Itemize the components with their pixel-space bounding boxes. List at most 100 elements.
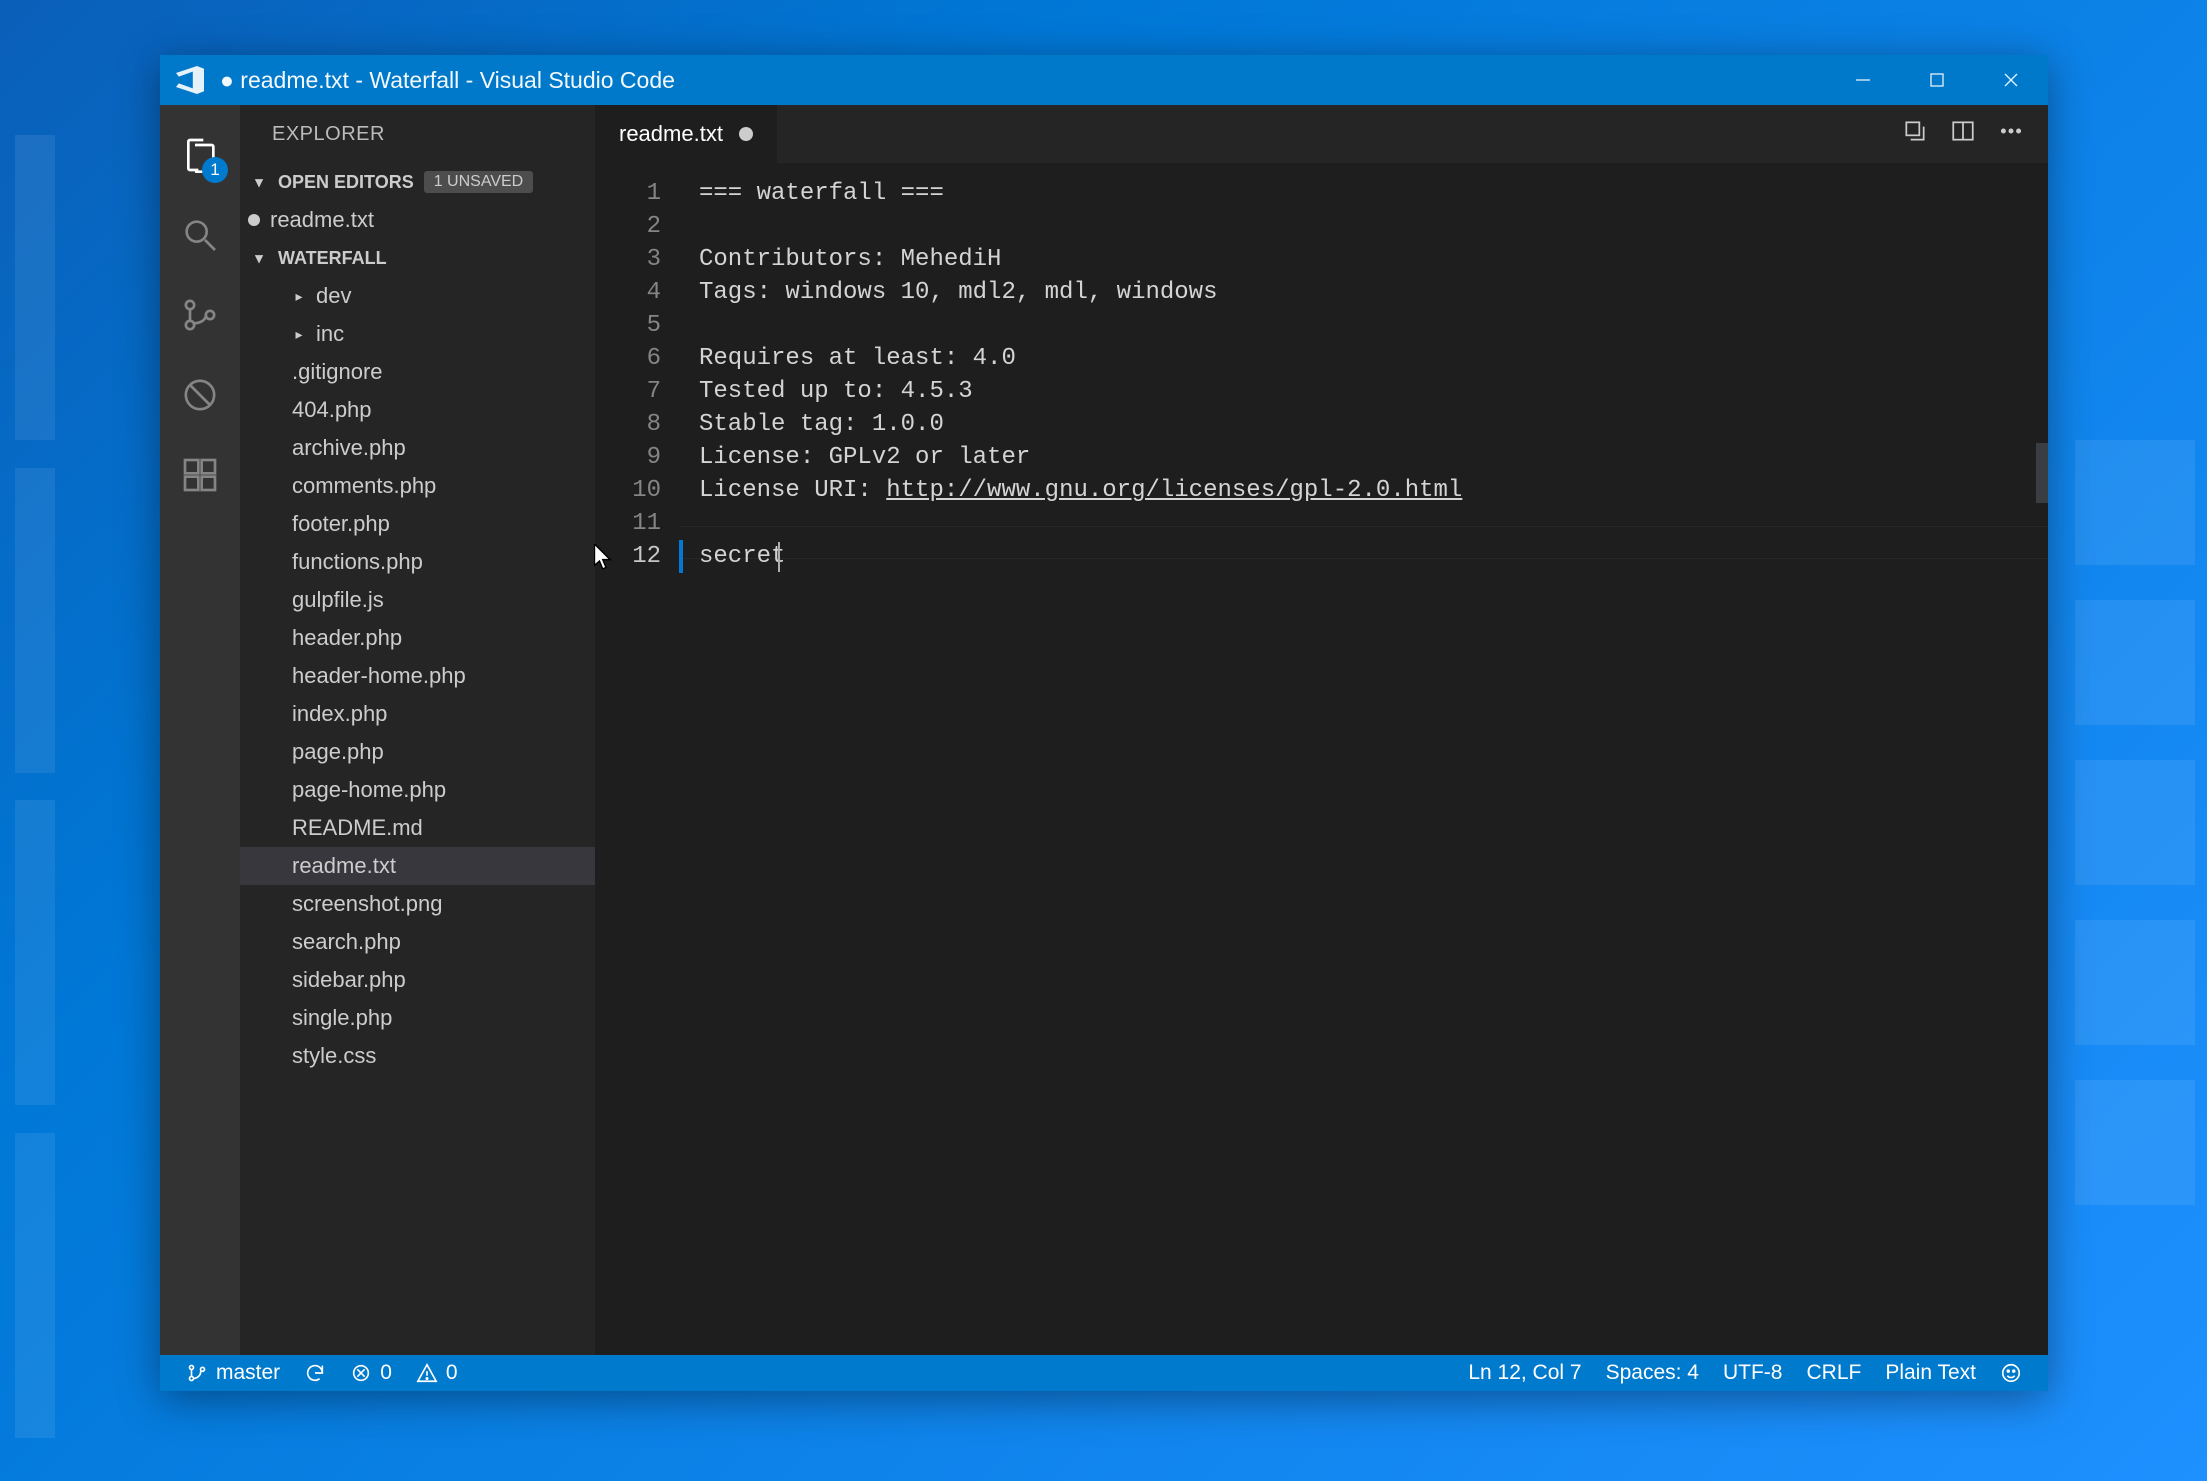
unsaved-badge: 1 UNSAVED [424, 171, 534, 193]
tree-item-label: index.php [292, 701, 387, 727]
editor-content[interactable]: === waterfall === Contributors: MehediHTa… [679, 163, 2048, 1355]
activity-bar: 1 [160, 105, 240, 1355]
code-line: Stable tag: 1.0.0 [699, 408, 2048, 441]
license-uri-link[interactable]: http://www.gnu.org/licenses/gpl-2.0.html [886, 477, 1462, 504]
language-mode-item[interactable]: Plain Text [1873, 1355, 1988, 1391]
tree-item-label: header-home.php [292, 663, 466, 689]
tree-file[interactable]: functions.php [240, 543, 595, 581]
code-line: secret [699, 540, 2048, 573]
title-bar[interactable]: ● readme.txt - Waterfall - Visual Studio… [160, 55, 2048, 105]
tree-file[interactable]: search.php [240, 923, 595, 961]
tree-file[interactable]: page-home.php [240, 771, 595, 809]
tree-item-label: inc [316, 321, 344, 347]
debug-activity-icon[interactable] [160, 355, 240, 435]
code-line: Requires at least: 4.0 [699, 342, 2048, 375]
open-editor-item[interactable]: readme.txt [240, 201, 595, 239]
minimap-scrollbar[interactable] [2028, 163, 2048, 1355]
split-editor-icon[interactable] [1950, 118, 1976, 150]
editor-group: readme.txt 123456789101112 [595, 105, 2048, 1355]
eol-item[interactable]: CRLF [1794, 1355, 1873, 1391]
tree-item-label: dev [316, 283, 351, 309]
tree-file[interactable]: readme.txt [240, 847, 595, 885]
tree-file[interactable]: single.php [240, 999, 595, 1037]
modified-dot-icon [739, 127, 753, 141]
tree-item-label: gulpfile.js [292, 587, 384, 613]
errors-item[interactable]: 0 [338, 1355, 404, 1391]
code-line: === waterfall === [699, 177, 2048, 210]
tree-item-label: page.php [292, 739, 384, 765]
git-branch-item[interactable]: master [174, 1355, 292, 1391]
branch-name: master [216, 1361, 280, 1385]
tree-item-label: readme.txt [292, 853, 396, 879]
chevron-right-icon: ▸ [292, 288, 306, 305]
status-bar: master 0 0 Ln 12, Col 7 Spaces: 4 UTF-8 … [160, 1355, 2048, 1391]
close-button[interactable] [1974, 55, 2048, 105]
tree-file[interactable]: screenshot.png [240, 885, 595, 923]
tree-item-label: footer.php [292, 511, 390, 537]
vscode-window: ● readme.txt - Waterfall - Visual Studio… [160, 55, 2048, 1391]
vscode-logo-icon [176, 66, 204, 94]
tree-folder[interactable]: ▸ inc [240, 315, 595, 353]
tree-item-label: archive.php [292, 435, 406, 461]
text-editor[interactable]: 123456789101112 === waterfall === Contrib… [595, 163, 2048, 1355]
code-line: License: GPLv2 or later [699, 441, 2048, 474]
warnings-item[interactable]: 0 [404, 1355, 470, 1391]
code-line [699, 309, 2048, 342]
encoding-item[interactable]: UTF-8 [1711, 1355, 1795, 1391]
tree-item-label: sidebar.php [292, 967, 406, 993]
tree-file[interactable]: index.php [240, 695, 595, 733]
tree-file[interactable]: header.php [240, 619, 595, 657]
compare-changes-icon[interactable] [1902, 118, 1928, 150]
tree-item-label: comments.php [292, 473, 436, 499]
explorer-activity-icon[interactable]: 1 [160, 115, 240, 195]
open-editors-header[interactable]: ▾ OPEN EDITORS 1 UNSAVED [240, 163, 595, 201]
cursor-position-item[interactable]: Ln 12, Col 7 [1456, 1355, 1593, 1391]
maximize-button[interactable] [1900, 55, 1974, 105]
sidebar-title: EXPLORER [240, 105, 595, 163]
tree-folder[interactable]: ▸ dev [240, 277, 595, 315]
explorer-badge: 1 [202, 157, 228, 183]
warnings-count: 0 [446, 1361, 458, 1385]
chevron-right-icon: ▸ [292, 326, 306, 343]
tree-file[interactable]: header-home.php [240, 657, 595, 695]
workspace-label: WATERFALL [278, 248, 387, 269]
tree-item-label: single.php [292, 1005, 392, 1031]
tree-file[interactable]: comments.php [240, 467, 595, 505]
code-line [699, 507, 2048, 540]
workspace-header[interactable]: ▾ WATERFALL [240, 239, 595, 277]
tree-item-label: 404.php [292, 397, 372, 423]
tree-file[interactable]: .gitignore [240, 353, 595, 391]
window-title: ● readme.txt - Waterfall - Visual Studio… [220, 67, 675, 94]
extensions-activity-icon[interactable] [160, 435, 240, 515]
code-line: Tags: windows 10, mdl2, mdl, windows [699, 276, 2048, 309]
language: Plain Text [1885, 1361, 1976, 1385]
tree-file[interactable]: style.css [240, 1037, 595, 1075]
tree-item-label: .gitignore [292, 359, 383, 385]
explorer-sidebar: EXPLORER ▾ OPEN EDITORS 1 UNSAVED docume… [240, 105, 595, 1355]
open-editors-label: OPEN EDITORS [278, 172, 414, 193]
tree-file[interactable]: archive.php [240, 429, 595, 467]
tab-readme[interactable]: readme.txt [595, 105, 777, 163]
line-number-gutter: 123456789101112 [595, 163, 679, 1355]
code-line: License URI: http://www.gnu.org/licenses… [699, 474, 2048, 507]
indentation-item[interactable]: Spaces: 4 [1594, 1355, 1711, 1391]
minimize-button[interactable] [1826, 55, 1900, 105]
tab-bar: readme.txt [595, 105, 2048, 163]
tree-item-label: style.css [292, 1043, 376, 1069]
text-caret [778, 542, 780, 572]
source-control-activity-icon[interactable] [160, 275, 240, 355]
tree-file[interactable]: 404.php [240, 391, 595, 429]
more-actions-icon[interactable] [1998, 118, 2024, 150]
code-line: Contributors: MehediH [699, 243, 2048, 276]
errors-count: 0 [380, 1361, 392, 1385]
tree-item-label: search.php [292, 929, 401, 955]
tree-file[interactable]: footer.php [240, 505, 595, 543]
tree-file[interactable]: gulpfile.js [240, 581, 595, 619]
feedback-item[interactable] [1988, 1355, 2034, 1391]
tree-file[interactable]: sidebar.php [240, 961, 595, 999]
tree-file[interactable]: README.md [240, 809, 595, 847]
sync-item[interactable] [292, 1355, 338, 1391]
tree-file[interactable]: page.php [240, 733, 595, 771]
search-activity-icon[interactable] [160, 195, 240, 275]
eol: CRLF [1806, 1361, 1861, 1385]
